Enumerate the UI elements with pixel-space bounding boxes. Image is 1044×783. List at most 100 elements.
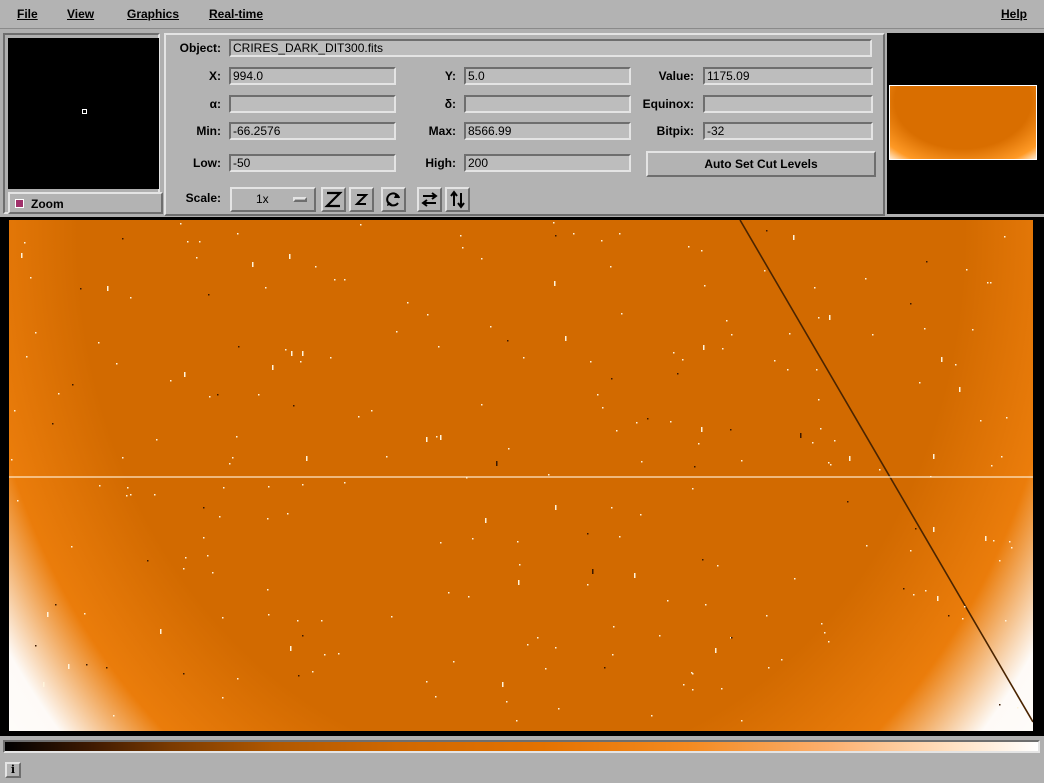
- hot-pixel: [548, 474, 550, 476]
- hot-pixel: [229, 463, 231, 465]
- hot-pixel: [43, 682, 45, 687]
- ra-field[interactable]: [229, 95, 396, 113]
- hot-pixel: [460, 235, 462, 237]
- hot-pixel: [814, 287, 816, 289]
- hot-pixel: [828, 641, 830, 643]
- hot-pixel: [715, 648, 717, 653]
- hot-pixel: [616, 430, 618, 432]
- hot-pixel: [268, 486, 270, 488]
- menu-file[interactable]: File: [17, 7, 38, 21]
- hot-pixel: [196, 257, 198, 259]
- hot-pixel: [677, 373, 679, 375]
- hot-pixel: [466, 477, 468, 479]
- hot-pixel: [122, 238, 124, 240]
- pan-panel[interactable]: [887, 33, 1044, 214]
- hot-pixel: [180, 223, 182, 225]
- hot-pixel: [199, 241, 201, 243]
- zoom-in-button[interactable]: [321, 187, 346, 212]
- info-panel: Object: CRIRES_DARK_DIT300.fits X: 994.0…: [164, 33, 885, 216]
- max-field[interactable]: 8566.99: [464, 122, 631, 140]
- hot-pixel: [519, 564, 521, 566]
- menu-realtime-label: Real-time: [209, 7, 264, 21]
- high-cut-input[interactable]: 200: [464, 154, 631, 172]
- x-field[interactable]: 994.0: [229, 67, 396, 85]
- hot-pixel: [527, 644, 529, 646]
- info-icon[interactable]: i: [5, 762, 21, 778]
- hot-pixel: [170, 380, 172, 382]
- hot-pixel: [507, 340, 509, 342]
- image-canvas[interactable]: [9, 220, 1033, 731]
- image-frame: [0, 217, 1044, 736]
- hot-pixel: [496, 461, 498, 466]
- menu-view[interactable]: View: [67, 7, 94, 21]
- hot-pixel: [35, 332, 37, 334]
- hot-pixel: [267, 589, 269, 591]
- pan-thumbnail[interactable]: [889, 85, 1037, 160]
- menu-graphics-label: Graphics: [127, 7, 180, 21]
- auto-set-cut-levels-button[interactable]: Auto Set Cut Levels: [646, 151, 876, 177]
- hot-pixel: [933, 454, 935, 459]
- y-label: Y:: [444, 69, 456, 83]
- hot-pixel: [490, 326, 492, 328]
- ra-label: α:: [209, 97, 221, 111]
- colorbar-frame: [0, 737, 1044, 758]
- hot-pixel: [651, 715, 653, 717]
- hot-pixel: [302, 351, 304, 356]
- flip-y-button[interactable]: [445, 187, 470, 212]
- min-field[interactable]: -66.2576: [229, 122, 396, 140]
- hot-pixel: [183, 568, 185, 570]
- menu-graphics[interactable]: Graphics: [127, 7, 179, 21]
- y-field[interactable]: 5.0: [464, 67, 631, 85]
- hot-pixel: [130, 297, 132, 299]
- hot-pixel: [781, 659, 783, 661]
- hot-pixel: [222, 697, 224, 699]
- hot-pixel: [72, 384, 74, 386]
- hot-pixel: [704, 285, 706, 287]
- hot-pixel: [334, 279, 336, 281]
- zoom-toggle[interactable]: Zoom: [8, 192, 163, 214]
- hot-pixel: [268, 614, 270, 616]
- menu-help[interactable]: Help: [1001, 7, 1027, 21]
- bitpix-field[interactable]: -32: [703, 122, 873, 140]
- hot-pixel: [555, 505, 557, 510]
- hot-pixel: [26, 356, 28, 358]
- hot-pixel: [518, 580, 520, 585]
- scale-select[interactable]: 1x: [230, 187, 316, 212]
- low-cut-input[interactable]: -50: [229, 154, 396, 172]
- hot-pixel: [730, 429, 732, 431]
- menu-realtime[interactable]: Real-time: [209, 7, 263, 21]
- object-field[interactable]: CRIRES_DARK_DIT300.fits: [229, 39, 872, 57]
- hot-pixel: [682, 359, 684, 361]
- hot-pixel: [523, 357, 525, 359]
- hot-pixel: [602, 407, 604, 409]
- hot-pixel: [209, 396, 211, 398]
- hot-pixel: [435, 696, 437, 698]
- hot-pixel: [203, 537, 205, 539]
- hot-pixel: [485, 518, 487, 523]
- hot-pixel: [611, 507, 613, 509]
- hot-pixel: [554, 281, 556, 286]
- hot-pixel: [688, 246, 690, 248]
- colorbar[interactable]: [3, 740, 1040, 753]
- hot-pixel: [436, 436, 438, 438]
- hot-pixel: [386, 456, 388, 458]
- equinox-field[interactable]: [703, 95, 873, 113]
- zoom-checkbox[interactable]: [15, 199, 24, 208]
- hot-pixel: [71, 546, 73, 548]
- hot-pixel: [872, 334, 874, 336]
- hot-pixel: [820, 428, 822, 430]
- hot-pixel: [692, 673, 694, 675]
- flip-x-button[interactable]: [417, 187, 442, 212]
- zoom-out-button[interactable]: [349, 187, 374, 212]
- hot-pixel: [619, 233, 621, 235]
- hot-pixel: [1011, 547, 1013, 549]
- hot-pixel: [440, 435, 442, 440]
- value-field[interactable]: 1175.09: [703, 67, 873, 85]
- hot-pixel: [84, 613, 86, 615]
- hot-pixel: [426, 437, 428, 442]
- rotate-button[interactable]: [381, 187, 406, 212]
- dec-field[interactable]: [464, 95, 631, 113]
- zoom-view[interactable]: [8, 38, 159, 189]
- hot-pixel: [972, 329, 974, 331]
- hot-pixel: [358, 416, 360, 418]
